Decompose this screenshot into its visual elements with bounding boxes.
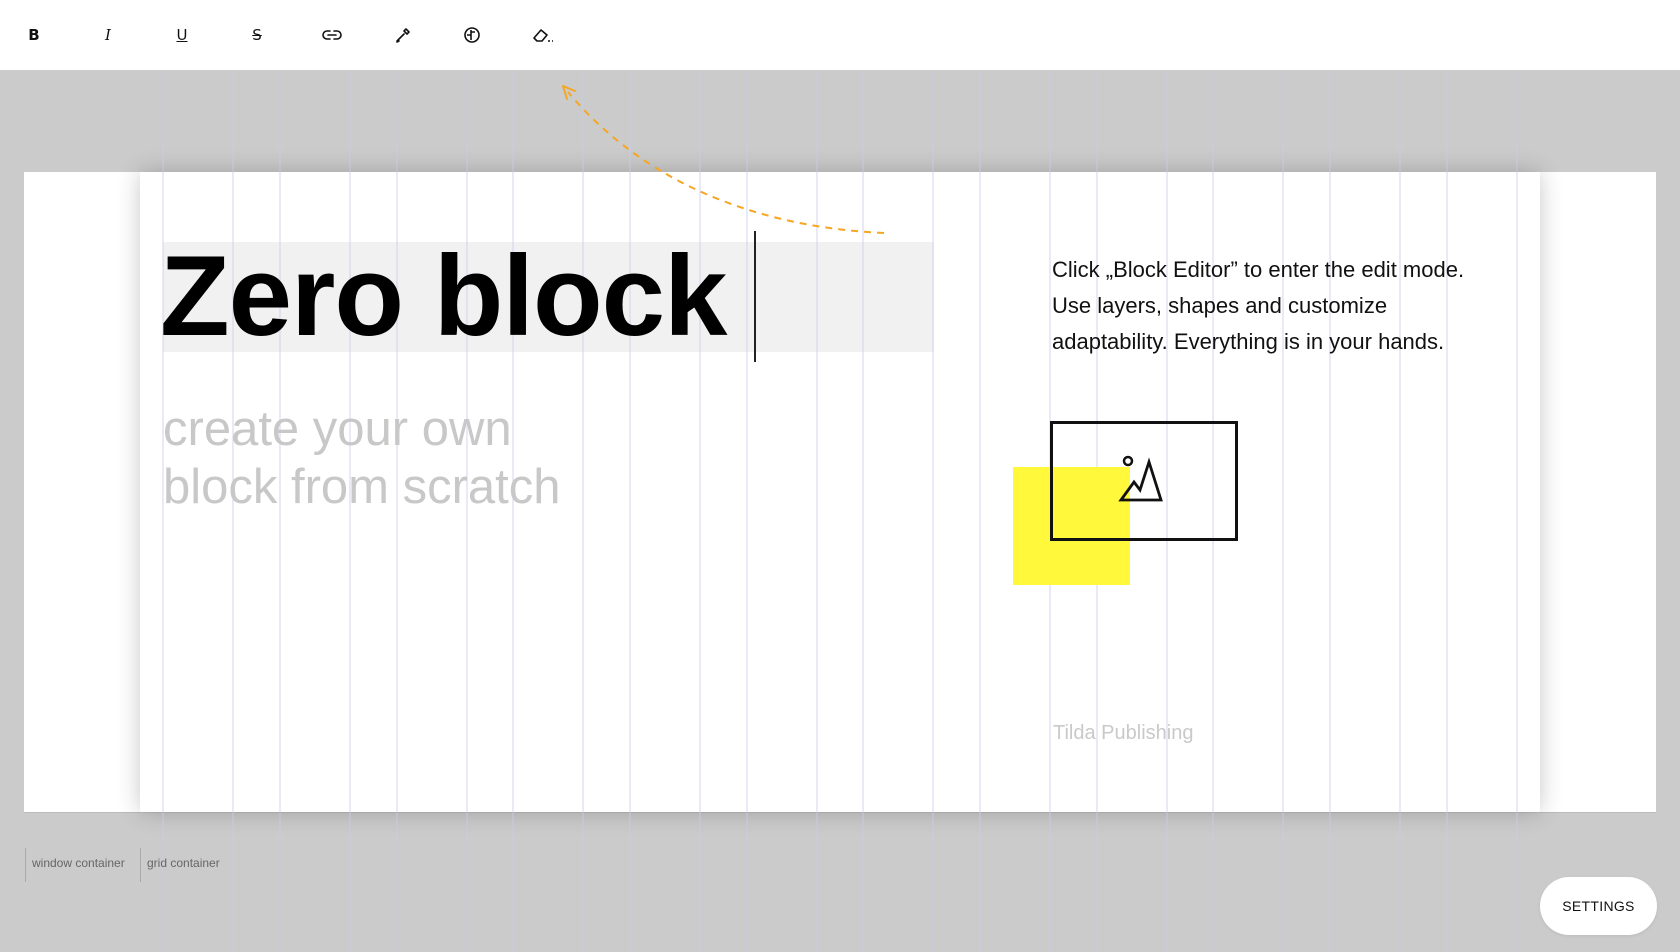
zero-block-title[interactable]: Zero block bbox=[160, 232, 727, 362]
formatting-toolbar: B I U S bbox=[0, 0, 1680, 70]
brand-text[interactable]: Tilda Publishing bbox=[1053, 722, 1193, 745]
italic-icon: I bbox=[105, 26, 111, 44]
description-line-3: adaptability. Everything is in your hand… bbox=[1052, 329, 1445, 354]
underline-button[interactable]: U bbox=[166, 19, 198, 51]
link-button[interactable] bbox=[316, 19, 348, 51]
underline-icon: U bbox=[176, 26, 188, 44]
clear-format-button[interactable] bbox=[527, 19, 559, 51]
text-caret bbox=[754, 231, 756, 362]
color-button[interactable] bbox=[387, 19, 419, 51]
strikethrough-icon: S bbox=[252, 26, 262, 44]
link-icon bbox=[322, 30, 342, 40]
subtitle-text[interactable]: create your own block from scratch bbox=[163, 400, 561, 516]
grid-container-label[interactable]: grid container bbox=[140, 848, 220, 882]
strikethrough-button[interactable]: S bbox=[241, 19, 273, 51]
pipette-icon bbox=[396, 28, 410, 43]
settings-button[interactable]: SETTINGS bbox=[1540, 877, 1657, 935]
subtitle-line-1: create your own bbox=[163, 402, 512, 456]
description-line-2: Use layers, shapes and customize bbox=[1052, 293, 1388, 318]
description-text[interactable]: Click „Block Editor” to enter the edit m… bbox=[1052, 252, 1512, 360]
bold-icon: B bbox=[28, 26, 40, 44]
eraser-icon bbox=[533, 29, 553, 42]
typography-button[interactable] bbox=[456, 19, 488, 51]
image-icon bbox=[1118, 455, 1163, 502]
window-container-label[interactable]: window container bbox=[25, 848, 125, 882]
italic-button[interactable]: I bbox=[92, 19, 124, 51]
description-line-1: Click „Block Editor” to enter the edit m… bbox=[1052, 257, 1465, 282]
subtitle-line-2: block from scratch bbox=[163, 460, 561, 514]
bold-button[interactable]: B bbox=[18, 19, 50, 51]
font-icon bbox=[464, 27, 480, 43]
